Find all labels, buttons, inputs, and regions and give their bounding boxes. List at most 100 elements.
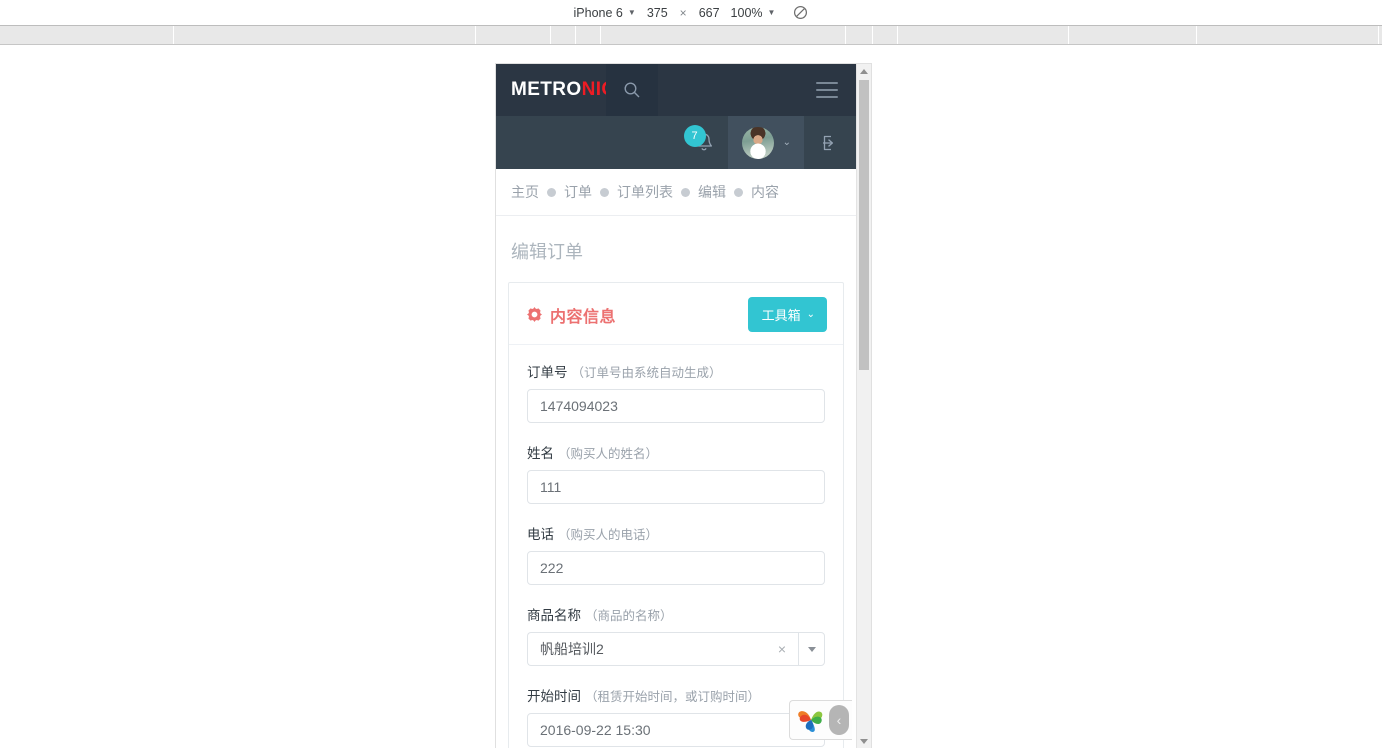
pinwheel-logo-icon bbox=[798, 711, 823, 732]
zoom-value: 100% bbox=[730, 5, 763, 20]
label-buyer-name: 姓名 （购买人的姓名） bbox=[527, 442, 825, 462]
logout-icon bbox=[823, 135, 834, 150]
scroll-down-arrow-icon bbox=[860, 738, 868, 744]
chevron-down-icon: ▼ bbox=[767, 8, 776, 17]
zoom-selector[interactable]: 100% ▼ bbox=[722, 6, 785, 20]
portlet-title-text: 内容信息 bbox=[550, 308, 617, 326]
breadcrumb-item-order-list[interactable]: 订单列表 bbox=[617, 182, 673, 202]
portlet-body: 订单号（订单号由系统自动生成） 姓名 （购买人的姓名） bbox=[509, 345, 843, 748]
label-product-name: 商品名称 （商品的名称） bbox=[527, 604, 825, 624]
start-time-field[interactable] bbox=[527, 713, 825, 747]
ruler-tick bbox=[897, 26, 898, 44]
page-scrollbar[interactable] bbox=[856, 64, 871, 748]
ruler-tick bbox=[1378, 26, 1379, 44]
app-header: METRONIC bbox=[496, 64, 856, 116]
dropdown-toggle[interactable] bbox=[798, 632, 825, 666]
label-start-time: 开始时间 （租赁开始时间，或订购时间） bbox=[527, 685, 825, 705]
toolbox-button[interactable]: 工具箱 ⌄ bbox=[747, 297, 827, 332]
ruler-tick bbox=[872, 26, 873, 44]
scrollbar-thumb[interactable] bbox=[859, 80, 869, 370]
viewport-height-input[interactable]: 667 bbox=[697, 6, 722, 20]
ruler-tick bbox=[1068, 26, 1069, 44]
content-portlet: 内容信息 工具箱 ⌄ 订单号 （订单号由系统自动生成） 1474094023 姓… bbox=[508, 282, 844, 748]
form-group-buyer-name: 姓名 （购买人的姓名） bbox=[527, 442, 825, 504]
breadcrumb-separator-dot bbox=[600, 187, 609, 197]
selected-value: 帆船培训2 bbox=[540, 641, 604, 657]
form-group-start-time: 开始时间 （租赁开始时间，或订购时间） bbox=[527, 685, 825, 747]
chevron-left-icon: ‹ bbox=[836, 712, 842, 728]
order-number-field[interactable] bbox=[527, 389, 825, 423]
brand-text-primary: METRO bbox=[511, 79, 582, 100]
gear-icon bbox=[527, 307, 542, 322]
device-emulation-toolbar: iPhone 6 ▼ 375 × 667 100% ▼ bbox=[0, 0, 1382, 25]
user-menu-button[interactable]: ⌄ bbox=[727, 116, 804, 169]
label-text: 姓名 bbox=[527, 446, 554, 461]
floating-assistant-widget[interactable]: ‹ bbox=[789, 700, 852, 740]
label-hint: （租赁开始时间，或订购时间） bbox=[585, 690, 761, 704]
breadcrumb-separator-dot bbox=[547, 187, 556, 197]
label-order-number: 订单号 （订单号由系统自动生成） bbox=[527, 361, 825, 381]
ruler-tick bbox=[475, 26, 476, 44]
ruler-tick bbox=[600, 26, 601, 44]
chevron-down-icon: ⌄ bbox=[806, 309, 815, 320]
label-text: 订单号 bbox=[527, 365, 568, 380]
label-hint: （购买人的姓名） bbox=[558, 447, 659, 461]
page-title: 编辑订单 bbox=[511, 242, 583, 262]
label-hint: （商品的名称） bbox=[585, 609, 673, 623]
scroll-up-button[interactable] bbox=[857, 64, 871, 78]
breadcrumb-separator-dot bbox=[681, 187, 690, 197]
hamburger-icon bbox=[816, 89, 838, 91]
ruler-tick bbox=[575, 26, 576, 44]
ruler-tick bbox=[173, 26, 174, 44]
chevron-down-icon: ⌄ bbox=[782, 137, 791, 148]
viewport-width-value: 375 bbox=[646, 5, 668, 20]
page-scroll-container: METRONIC 7 ⌄ 主页 订单 订单列表 编辑 内容 编辑订单 内容信息 … bbox=[496, 64, 856, 748]
device-name: iPhone 6 bbox=[573, 5, 623, 20]
viewport-ruler bbox=[0, 25, 1382, 45]
notification-badge: 7 bbox=[683, 124, 706, 147]
label-buyer-phone: 电话 （购买人的电话） bbox=[527, 523, 825, 543]
clear-icon[interactable]: × bbox=[774, 641, 790, 657]
logout-button[interactable] bbox=[804, 116, 856, 169]
dimension-separator: × bbox=[679, 5, 687, 20]
label-text: 商品名称 bbox=[527, 608, 581, 623]
notifications-button[interactable]: 7 bbox=[666, 116, 728, 169]
brand-logo[interactable]: METRONIC bbox=[496, 79, 615, 101]
form-group-buyer-phone: 电话 （购买人的电话） bbox=[527, 523, 825, 585]
breadcrumb-item-edit[interactable]: 编辑 bbox=[698, 182, 726, 202]
label-text: 电话 bbox=[527, 527, 554, 542]
form-group-order-number: 订单号 （订单号由系统自动生成） bbox=[527, 361, 825, 423]
select-display[interactable]: 帆船培训2 × bbox=[527, 632, 798, 666]
emulation-canvas: METRONIC 7 ⌄ 主页 订单 订单列表 编辑 内容 编辑订单 内容信息 … bbox=[0, 46, 1382, 748]
device-selector[interactable]: iPhone 6 ▼ bbox=[565, 6, 645, 20]
avatar bbox=[741, 126, 774, 159]
app-header-menu: 7 ⌄ bbox=[496, 116, 856, 169]
product-name-select[interactable]: 帆船培训2 × bbox=[527, 632, 825, 666]
hamburger-icon bbox=[816, 82, 838, 84]
rotate-button[interactable] bbox=[784, 5, 817, 20]
menu-toggle-button[interactable] bbox=[816, 82, 838, 98]
breadcrumb: 主页 订单 订单列表 编辑 内容 bbox=[496, 169, 856, 216]
buyer-name-field[interactable] bbox=[527, 470, 825, 504]
ruler-tick bbox=[845, 26, 846, 44]
portlet-header: 内容信息 工具箱 ⌄ bbox=[509, 283, 843, 345]
label-text: 开始时间 bbox=[527, 689, 581, 704]
portlet-caption: 内容信息 bbox=[527, 303, 616, 327]
search-icon bbox=[624, 82, 640, 98]
breadcrumb-item-orders[interactable]: 订单 bbox=[564, 182, 592, 202]
breadcrumb-item-home[interactable]: 主页 bbox=[511, 182, 539, 202]
ruler-tick bbox=[1196, 26, 1197, 44]
toolbox-button-label: 工具箱 bbox=[761, 308, 801, 323]
search-button[interactable] bbox=[606, 64, 658, 116]
breadcrumb-item-content[interactable]: 内容 bbox=[751, 182, 779, 202]
chevron-down-icon: ▼ bbox=[627, 8, 636, 17]
form-group-product-name: 商品名称 （商品的名称） 帆船培训2 × bbox=[527, 604, 825, 666]
collapse-button[interactable]: ‹ bbox=[829, 705, 849, 735]
scroll-down-button[interactable] bbox=[857, 734, 871, 748]
rotate-disabled-icon bbox=[794, 5, 808, 20]
breadcrumb-separator-dot bbox=[734, 187, 743, 197]
viewport-width-input[interactable]: 375 bbox=[645, 6, 670, 20]
buyer-phone-field[interactable] bbox=[527, 551, 825, 585]
ruler-tick bbox=[550, 26, 551, 44]
label-hint: （购买人的电话） bbox=[558, 528, 659, 542]
